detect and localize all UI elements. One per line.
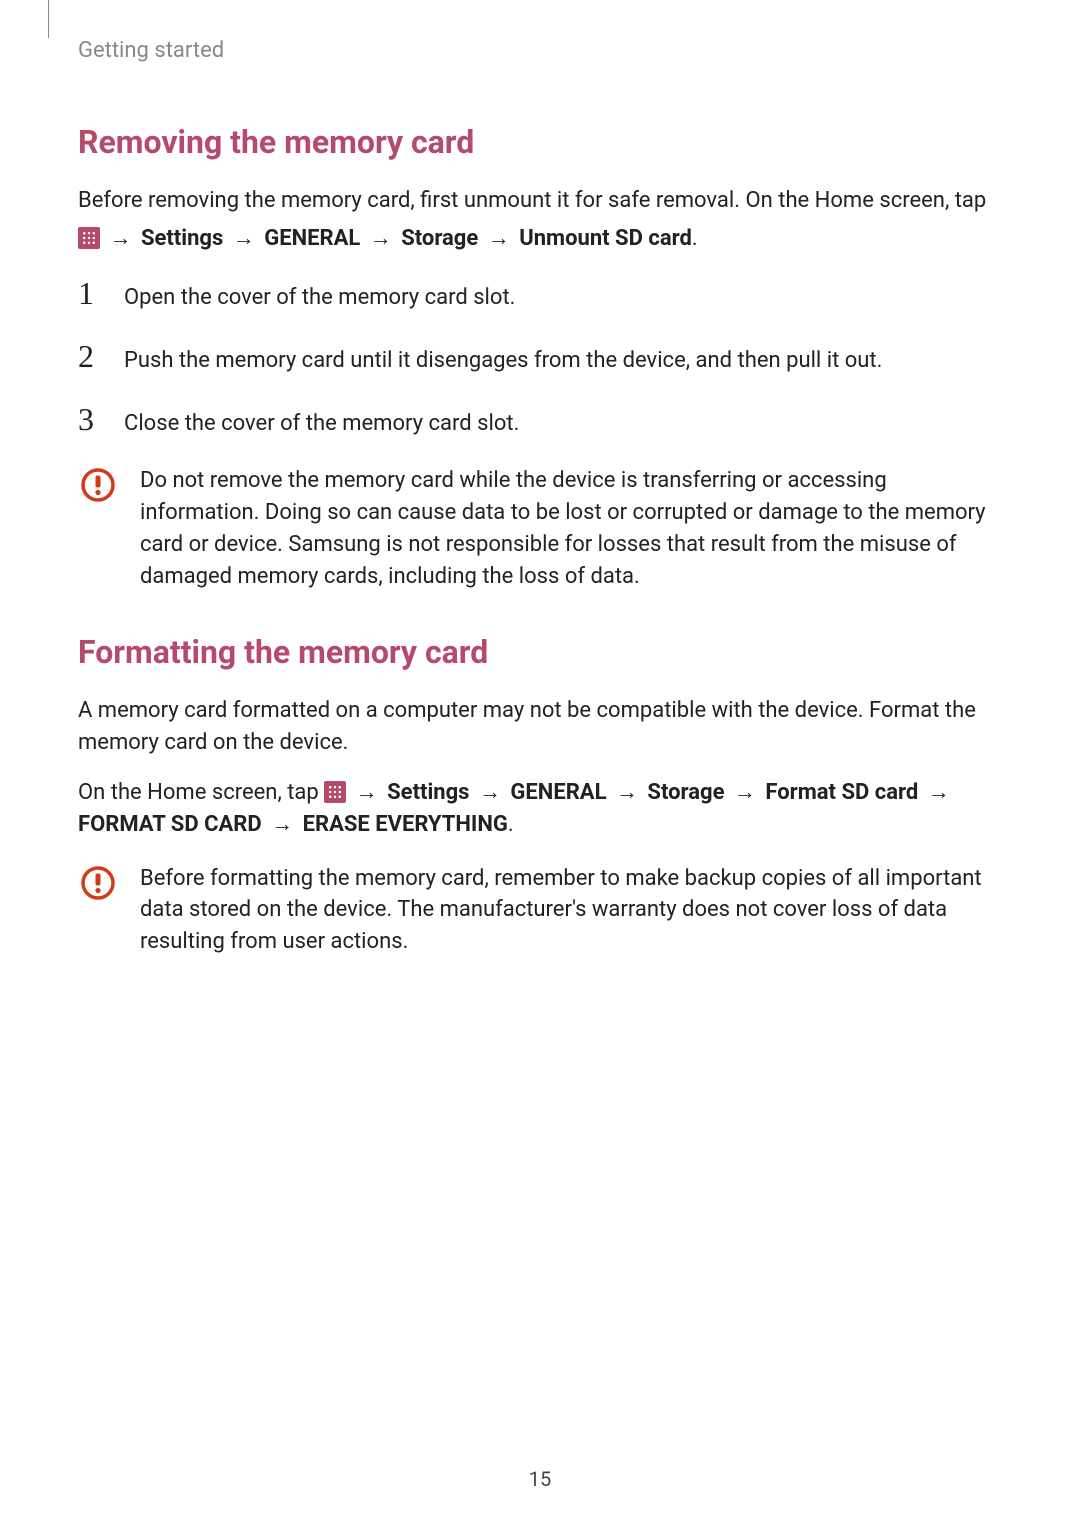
arrow-icon: → xyxy=(366,226,396,251)
step-text: Open the cover of the memory card slot. xyxy=(124,282,515,314)
step-item: Close the cover of the memory card slot. xyxy=(78,403,1002,440)
nav-lead-text: On the Home screen, tap xyxy=(78,780,324,805)
intro-paragraph-2: A memory card formatted on a computer ma… xyxy=(78,695,1002,759)
nav-general: GENERAL xyxy=(510,780,606,805)
nav-storage: Storage xyxy=(401,226,478,251)
arrow-icon: → xyxy=(612,780,642,805)
caution-text-1: Do not remove the memory card while the … xyxy=(140,465,1002,593)
removal-steps: Open the cover of the memory card slot. … xyxy=(78,277,1002,440)
step-text: Close the cover of the memory card slot. xyxy=(124,408,519,440)
running-header: Getting started xyxy=(78,32,1002,123)
arrow-icon: → xyxy=(267,812,297,837)
arrow-icon: → xyxy=(352,780,382,805)
step-text: Push the memory card until it disengages… xyxy=(124,345,882,377)
step-item: Push the memory card until it disengages… xyxy=(78,340,1002,377)
intro-text-1: Before removing the memory card, first u… xyxy=(78,188,986,213)
caution-icon xyxy=(80,865,116,901)
nav-erase: ERASE EVERYTHING xyxy=(303,812,508,837)
page-content: Getting started Removing the memory card… xyxy=(0,0,1080,958)
nav-path-format: On the Home screen, tap → Settings → GEN… xyxy=(78,777,1002,841)
intro-paragraph-1: Before removing the memory card, first u… xyxy=(78,185,1002,217)
section-title-removing: Removing the memory card xyxy=(78,123,1002,161)
arrow-icon: → xyxy=(475,780,505,805)
arrow-icon: → xyxy=(484,226,514,251)
apps-grid-icon xyxy=(324,781,346,803)
apps-grid-icon xyxy=(78,227,100,249)
caution-text-2: Before formatting the memory card, remem… xyxy=(140,863,1002,959)
nav-storage: Storage xyxy=(647,780,724,805)
arrow-icon: → xyxy=(730,780,760,805)
page-number: 15 xyxy=(0,1467,1080,1491)
nav-general: GENERAL xyxy=(264,226,360,251)
arrow-icon: → xyxy=(105,226,135,251)
header-rule xyxy=(48,0,49,38)
nav-settings: Settings xyxy=(141,226,223,251)
nav-format: Format SD card xyxy=(765,780,918,805)
caution-icon xyxy=(80,467,116,503)
nav-path-unmount: → Settings → GENERAL → Storage → Unmount… xyxy=(78,223,1002,255)
nav-format-caps: FORMAT SD CARD xyxy=(78,812,262,837)
step-item: Open the cover of the memory card slot. xyxy=(78,277,1002,314)
caution-callout-1: Do not remove the memory card while the … xyxy=(78,465,1002,593)
nav-settings: Settings xyxy=(387,780,469,805)
arrow-icon: → xyxy=(924,780,954,805)
nav-unmount: Unmount SD card xyxy=(519,226,692,251)
section-title-formatting: Formatting the memory card xyxy=(78,633,1002,671)
arrow-icon: → xyxy=(229,226,259,251)
caution-callout-2: Before formatting the memory card, remem… xyxy=(78,863,1002,959)
